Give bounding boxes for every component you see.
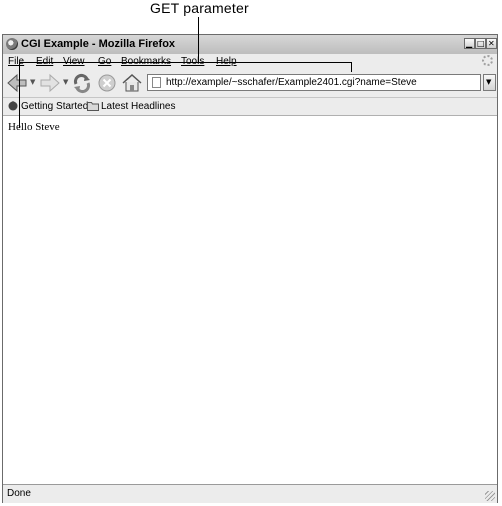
maximize-button[interactable]: □ — [475, 38, 486, 49]
reload-icon — [73, 73, 91, 94]
url-history-dropdown[interactable]: ▼ — [483, 74, 496, 91]
menu-edit[interactable]: Edit — [36, 55, 53, 68]
url-bar[interactable]: http://example/~sschafer/Example2401.cgi… — [147, 74, 481, 91]
browser-window: CGI Example - Mozilla Firefox ▁ □ ✕ File… — [2, 34, 498, 503]
minimize-button[interactable]: ▁ — [464, 38, 475, 49]
stop-icon — [98, 74, 116, 92]
home-button[interactable] — [120, 71, 144, 95]
title-bar: CGI Example - Mozilla Firefox ▁ □ ✕ — [3, 35, 497, 55]
firefox-icon — [6, 38, 18, 50]
bookmark-label: Getting Started — [21, 101, 89, 112]
bookmarks-toolbar: Getting Started Latest Headlines — [3, 98, 497, 116]
page-text: Hello Steve — [8, 121, 60, 133]
menu-bookmarks[interactable]: Bookmarks — [121, 55, 171, 68]
menu-view[interactable]: View — [63, 55, 85, 68]
menu-help[interactable]: Help — [216, 55, 237, 68]
stop-button[interactable] — [95, 71, 119, 95]
page-icon — [152, 77, 161, 88]
bookmark-latest-headlines[interactable]: Latest Headlines — [87, 100, 177, 113]
bookmark-label: Latest Headlines — [101, 101, 176, 112]
reload-button[interactable] — [70, 71, 94, 95]
menu-file[interactable]: File — [8, 55, 24, 68]
forward-button[interactable] — [38, 71, 62, 95]
firefox-bookmark-icon — [8, 101, 18, 111]
page-content: Hello Steve — [3, 116, 497, 484]
back-button[interactable] — [5, 71, 29, 95]
bookmark-getting-started[interactable]: Getting Started — [7, 100, 89, 113]
close-button[interactable]: ✕ — [486, 38, 497, 49]
forward-dropdown-icon[interactable]: ▼ — [63, 78, 68, 86]
back-arrow-icon — [7, 73, 27, 93]
url-text[interactable]: http://example/~sschafer/Example2401.cgi… — [166, 77, 417, 89]
status-text: Done — [7, 488, 31, 499]
menu-tools[interactable]: Tools — [181, 55, 204, 68]
window-title: CGI Example - Mozilla Firefox — [21, 38, 176, 50]
menu-bar: File Edit View Go Bookmarks Tools Help — [3, 54, 497, 69]
folder-icon — [87, 102, 99, 111]
status-bar: Done — [3, 484, 497, 503]
forward-arrow-icon — [40, 73, 60, 93]
menu-go[interactable]: Go — [98, 55, 111, 68]
home-icon — [122, 73, 142, 92]
back-dropdown-icon[interactable]: ▼ — [30, 78, 35, 86]
navigation-toolbar: ▼ ▼ http://example/~sschafer/Example2401… — [3, 69, 497, 98]
callout-label: GET parameter — [150, 0, 249, 16]
chevron-down-icon: ▼ — [486, 78, 492, 86]
resize-grip-icon[interactable] — [485, 491, 495, 501]
throbber-icon — [482, 55, 493, 66]
